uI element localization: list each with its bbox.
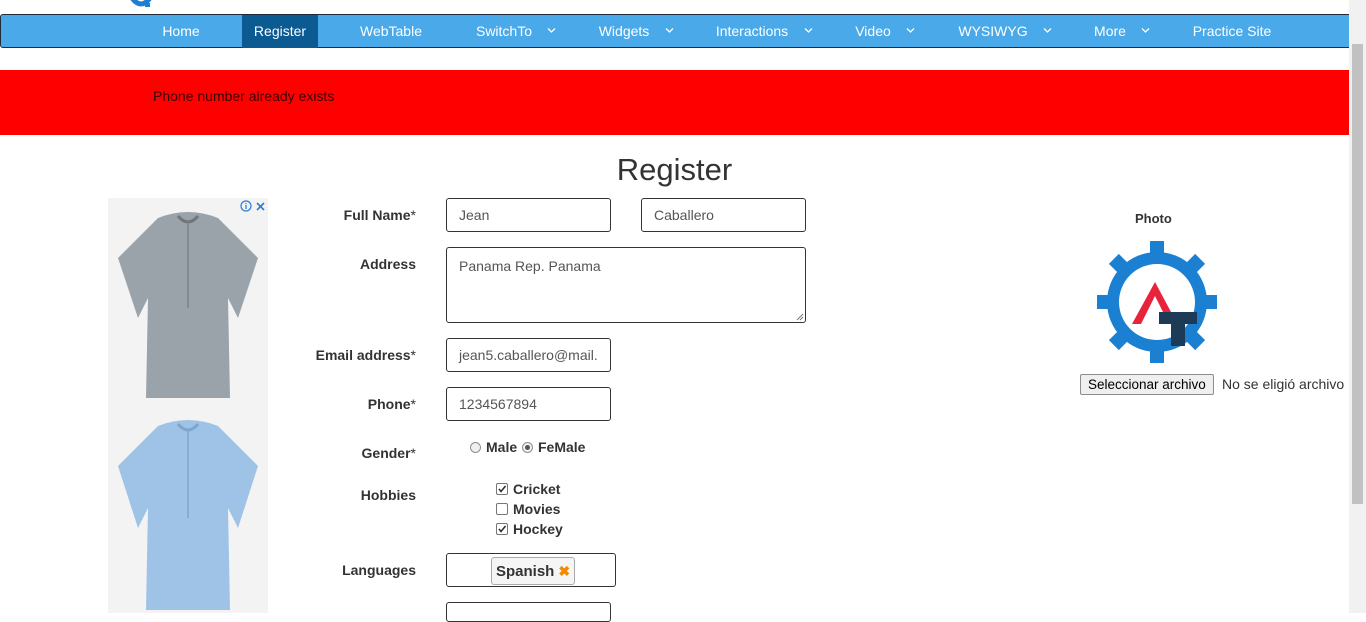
- hobby-hockey[interactable]: Hockey: [496, 521, 563, 537]
- file-status-text: No se eligió archivo: [1222, 376, 1345, 392]
- email-label: Email address*: [315, 347, 416, 363]
- nav-home[interactable]: Home: [151, 15, 211, 48]
- nav-switchto[interactable]: SwitchTo: [471, 15, 537, 48]
- cricket-checkbox[interactable]: [496, 483, 508, 495]
- gear-logo-image: [1097, 241, 1217, 363]
- nav-widgets[interactable]: Widgets: [593, 15, 655, 48]
- choose-file-button[interactable]: Seleccionar archivo: [1080, 374, 1214, 395]
- gender-male-option[interactable]: Male: [470, 439, 517, 455]
- nav-video[interactable]: Video: [849, 15, 897, 48]
- shirt-ad-image[interactable]: [108, 198, 268, 613]
- chevron-down-icon[interactable]: [1141, 26, 1150, 35]
- email-input[interactable]: jean5.caballero@mail.: [446, 338, 611, 372]
- chevron-down-icon[interactable]: [906, 26, 915, 35]
- hockey-checkbox[interactable]: [496, 523, 508, 535]
- checkmark-icon: [498, 525, 507, 533]
- advertisement[interactable]: [108, 198, 268, 613]
- nav-more[interactable]: More: [1087, 15, 1133, 48]
- address-label: Address: [359, 256, 416, 272]
- chevron-down-icon[interactable]: [665, 26, 674, 35]
- nav-register[interactable]: Register: [242, 15, 318, 48]
- last-name-input[interactable]: Caballero: [641, 198, 806, 232]
- close-icon[interactable]: [255, 201, 266, 212]
- full-name-label: Full Name*: [343, 207, 416, 223]
- hobby-cricket[interactable]: Cricket: [496, 481, 560, 497]
- chevron-down-icon[interactable]: [1043, 26, 1052, 35]
- nav-wysiwyg[interactable]: WYSIWYG: [951, 15, 1035, 48]
- alert-message: Phone number already exists: [153, 88, 335, 104]
- address-textarea[interactable]: Panama Rep. Panama: [446, 247, 806, 323]
- error-alert: Phone number already exists: [0, 70, 1349, 135]
- scrollbar-thumb[interactable]: [1352, 44, 1363, 504]
- languages-label: Languages: [342, 562, 416, 578]
- gender-female-option[interactable]: FeMale: [522, 439, 585, 455]
- remove-chip-icon[interactable]: ✖: [558, 563, 570, 579]
- photo-label: Photo: [1135, 211, 1172, 226]
- gender-label: Gender*: [361, 445, 416, 461]
- page-title: Register: [616, 152, 733, 187]
- nav-webtable[interactable]: WebTable: [351, 15, 431, 48]
- ad-controls: [240, 200, 266, 212]
- gender-male-radio[interactable]: [470, 441, 481, 453]
- site-logo-partial[interactable]: [128, 0, 154, 10]
- nav-practice-site[interactable]: Practice Site: [1187, 15, 1277, 48]
- checkmark-icon: [498, 485, 507, 493]
- chevron-down-icon[interactable]: [804, 26, 813, 35]
- language-chip: Spanish ✖: [491, 557, 576, 585]
- hobby-movies[interactable]: Movies: [496, 501, 560, 517]
- skills-select[interactable]: [446, 602, 611, 622]
- info-icon[interactable]: [240, 200, 252, 212]
- phone-label: Phone*: [367, 396, 416, 412]
- chevron-down-icon[interactable]: [547, 26, 556, 35]
- nav-interactions[interactable]: Interactions: [709, 15, 795, 48]
- resize-handle-icon[interactable]: [795, 312, 804, 321]
- scrollbar[interactable]: [1349, 0, 1366, 613]
- gender-female-radio[interactable]: [522, 441, 533, 453]
- phone-input[interactable]: 1234567894: [446, 387, 611, 421]
- first-name-input[interactable]: Jean: [446, 198, 611, 232]
- main-navbar: Home Register WebTable SwitchTo Widgets …: [0, 14, 1364, 48]
- hobbies-label: Hobbies: [360, 487, 416, 503]
- movies-checkbox[interactable]: [496, 503, 508, 515]
